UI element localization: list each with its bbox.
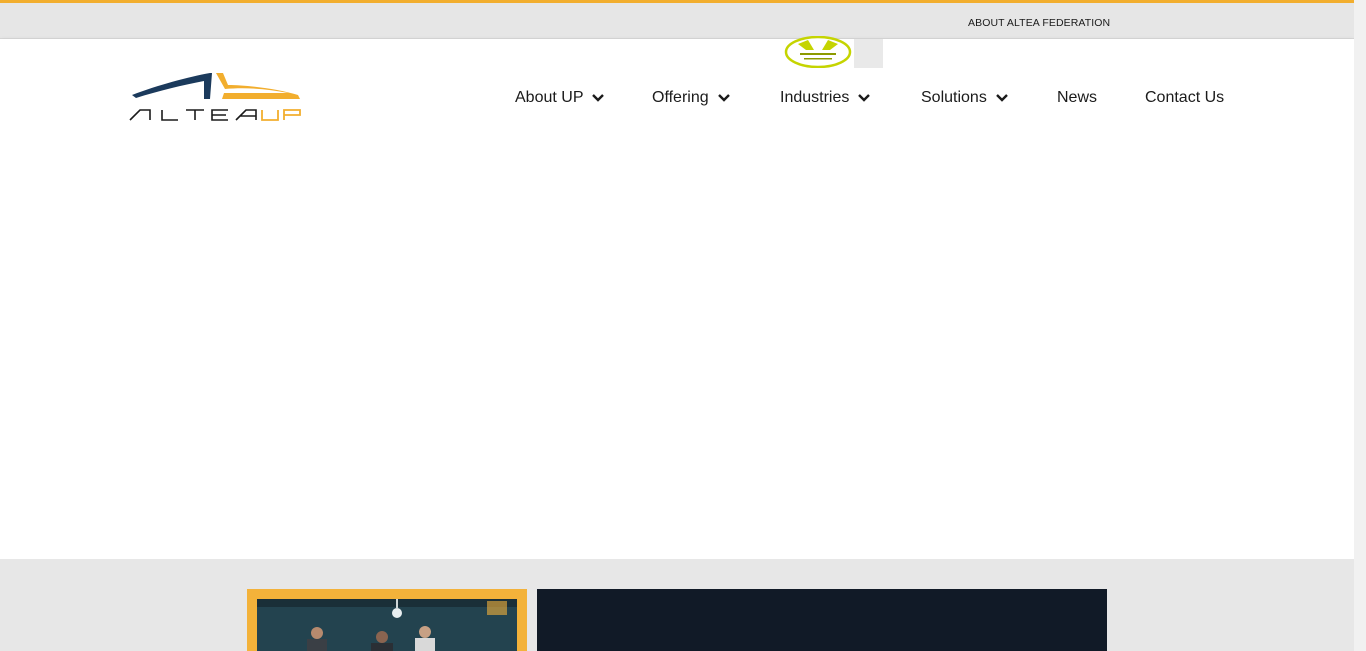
federation-badge-backdrop [854, 39, 883, 68]
nav-solutions[interactable]: Solutions [921, 89, 1009, 107]
meeting-scene-image [257, 599, 517, 651]
about-altea-federation-link[interactable]: ABOUT ALTEA FEDERATION [968, 17, 1110, 29]
nav-item-label: About UP [515, 89, 584, 106]
feature-dark-panel [537, 589, 1107, 651]
chevron-down-icon [858, 94, 871, 102]
nav-industries[interactable]: Industries [780, 89, 871, 107]
nav-contact-us[interactable]: Contact Us [1145, 89, 1224, 107]
nav-item-label: Industries [780, 89, 850, 106]
nav-item-label: Contact Us [1145, 89, 1225, 106]
chevron-down-icon [592, 94, 605, 102]
altea-up-logo[interactable] [128, 71, 303, 126]
nav-news[interactable]: News [1057, 89, 1097, 107]
nav-item-label: Offering [652, 89, 709, 106]
page: ABOUT ALTEA FEDERATION About UP Offering… [0, 0, 1354, 651]
altea-federation-badge-icon[interactable] [784, 36, 854, 68]
vertical-scrollbar[interactable] [1354, 0, 1366, 651]
team-meeting-photo [257, 599, 517, 651]
top-utility-bar: ABOUT ALTEA FEDERATION [0, 0, 1354, 39]
nav-item-label: News [1057, 89, 1098, 106]
site-header: About UP Offering Industries Solutions N… [0, 36, 1354, 158]
nav-about-up[interactable]: About UP [515, 89, 605, 107]
chevron-down-icon [717, 94, 730, 102]
feature-section [0, 559, 1354, 651]
nav-offering[interactable]: Offering [652, 89, 731, 107]
nav-item-label: Solutions [921, 89, 987, 106]
feature-photo-card[interactable] [247, 589, 527, 651]
hero-placeholder [0, 158, 1354, 559]
chevron-down-icon [995, 94, 1008, 102]
